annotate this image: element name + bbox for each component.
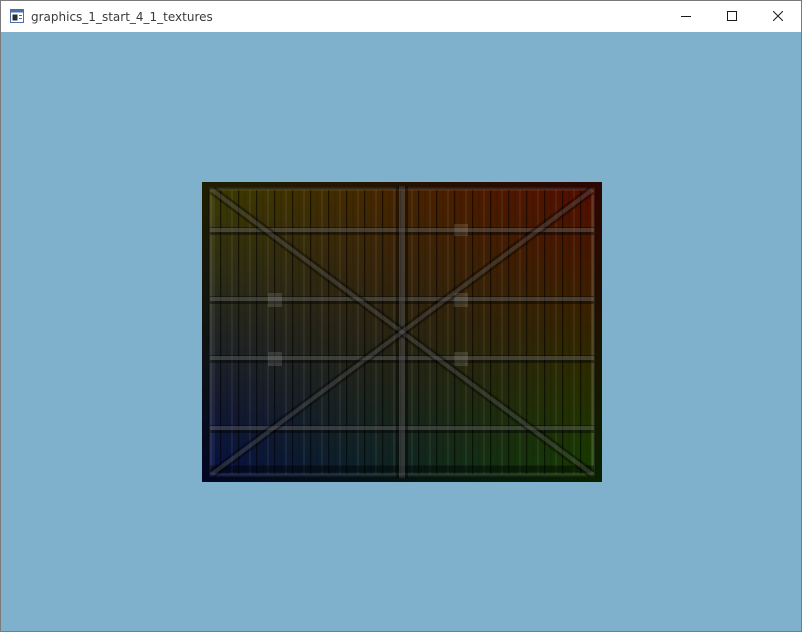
maximize-icon <box>727 11 737 21</box>
application-window: graphics_1_start_4_1_textures <box>0 0 802 632</box>
close-button[interactable] <box>755 1 801 31</box>
opengl-viewport[interactable] <box>1 32 801 631</box>
close-icon <box>773 11 783 21</box>
minimize-button[interactable] <box>663 1 709 31</box>
wooden-container-texture <box>202 182 602 482</box>
maximize-button[interactable] <box>709 1 755 31</box>
window-title: graphics_1_start_4_1_textures <box>31 10 213 24</box>
minimize-icon <box>681 16 691 17</box>
title-bar[interactable]: graphics_1_start_4_1_textures <box>1 1 801 32</box>
app-window-icon <box>10 9 24 23</box>
textured-quad <box>202 182 602 482</box>
